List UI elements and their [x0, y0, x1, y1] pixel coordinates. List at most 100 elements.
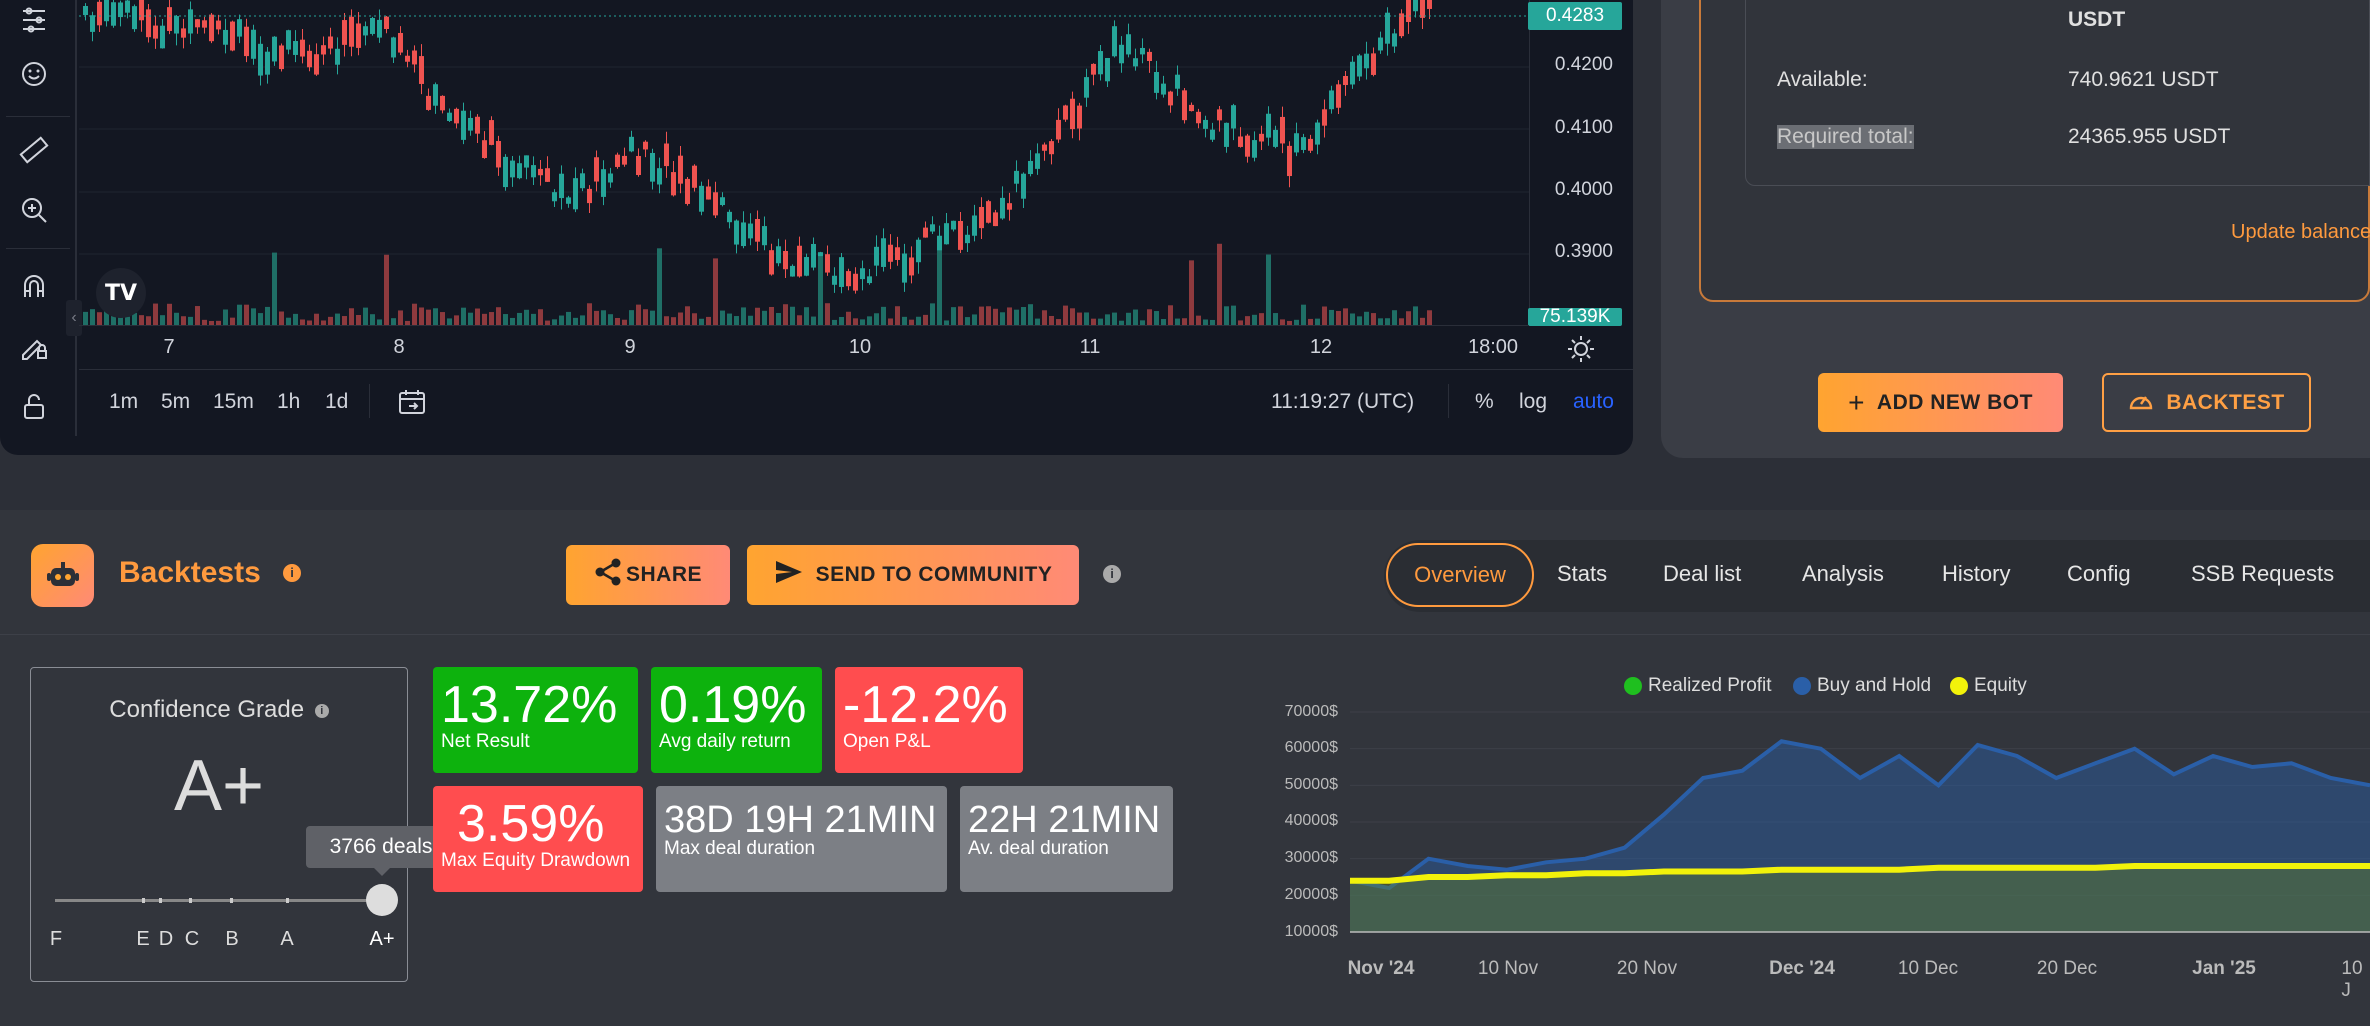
- share-button[interactable]: SHARE: [566, 545, 730, 605]
- candle-body: [1364, 53, 1369, 69]
- volume-bar: [1182, 318, 1187, 325]
- ruler-icon[interactable]: [14, 130, 54, 170]
- confidence-grade-title: Confidence Grade i: [30, 696, 408, 724]
- candle-body: [1252, 140, 1257, 158]
- send-to-community-button[interactable]: SEND TO COMMUNITY: [747, 545, 1079, 605]
- volume-bar: [867, 316, 872, 325]
- volume-bar: [748, 315, 753, 325]
- volume-bar: [1259, 313, 1264, 325]
- tab-analysis[interactable]: Analysis: [1802, 561, 1884, 587]
- volume-bar: [1196, 315, 1201, 325]
- candle-body: [1196, 111, 1201, 124]
- price-axis[interactable]: 0.4200 0.4100 0.4000 0.3900: [1529, 0, 1633, 325]
- unlock-icon[interactable]: [14, 386, 54, 426]
- backtest-button[interactable]: BACKTEST: [2102, 373, 2311, 432]
- pencil-lock-icon[interactable]: [14, 326, 54, 366]
- legend-realized-profit[interactable]: Realized Profit: [1624, 675, 1772, 697]
- tab-history[interactable]: History: [1942, 561, 2010, 587]
- candle-body: [1385, 12, 1390, 44]
- candle-body: [1161, 83, 1166, 95]
- tab-ssb-requests[interactable]: SSB Requests: [2191, 561, 2334, 587]
- open-pnl-card: -12.2% Open P&L: [835, 667, 1023, 773]
- candle-body: [1322, 109, 1327, 126]
- add-new-bot-button[interactable]: + ADD NEW BOT: [1818, 373, 2063, 432]
- realized-profit-swatch: [1624, 677, 1642, 695]
- volume-bar: [160, 315, 165, 325]
- volume-bar: [524, 309, 529, 325]
- settings-sliders-icon[interactable]: [14, 0, 54, 40]
- volume-bar: [1252, 314, 1257, 325]
- volume-bar: [1420, 317, 1425, 325]
- timeframe-1m[interactable]: 1m: [109, 390, 138, 414]
- volume-bar: [1126, 312, 1131, 325]
- volume-bar: [1357, 316, 1362, 325]
- candle-body: [573, 178, 578, 210]
- candle-body: [699, 185, 704, 212]
- candle-body: [650, 152, 655, 182]
- candle-body: [426, 95, 431, 110]
- volume-bar: [1245, 316, 1250, 325]
- volume-bar: [692, 313, 697, 325]
- community-info-icon[interactable]: i: [1103, 565, 1121, 583]
- candle-body: [83, 6, 88, 16]
- volume-bar: [1014, 309, 1019, 325]
- timeframe-1d[interactable]: 1d: [325, 390, 348, 414]
- emoji-icon[interactable]: [14, 54, 54, 94]
- utc-clock[interactable]: 11:19:27 (UTC): [1271, 390, 1414, 414]
- candle-body: [657, 168, 662, 185]
- volume-bar: [419, 307, 424, 325]
- percent-scale-toggle[interactable]: %: [1475, 390, 1494, 414]
- candle-body: [1350, 61, 1355, 85]
- backtests-info-icon[interactable]: i: [283, 564, 301, 582]
- time-label: 8: [393, 336, 405, 358]
- volume-bar: [979, 306, 984, 325]
- candlestick-plot[interactable]: [79, 0, 1529, 325]
- time-axis[interactable]: 7 8 9 10 11 12 18:00: [79, 325, 1529, 369]
- volume-bar: [1007, 307, 1012, 325]
- timeframe-5m[interactable]: 5m: [161, 390, 190, 414]
- candle-body: [482, 140, 487, 158]
- volume-bar: [825, 303, 830, 325]
- magnet-icon[interactable]: [14, 266, 54, 306]
- volume-bar: [972, 314, 977, 325]
- candle-body: [1182, 90, 1187, 121]
- volume-bar: [384, 254, 389, 325]
- tradingview-logo[interactable]: TV: [96, 268, 146, 318]
- log-scale-toggle[interactable]: log: [1519, 390, 1547, 414]
- update-balance-link[interactable]: Update balance: [2231, 221, 2370, 244]
- equity-chart-plot[interactable]: [1350, 700, 2370, 940]
- volume-bar: [342, 316, 347, 325]
- sun-settings-icon[interactable]: [1566, 334, 1596, 364]
- candle-body: [293, 41, 298, 55]
- auto-scale-toggle[interactable]: auto: [1573, 390, 1614, 414]
- candle-body: [1399, 13, 1404, 37]
- tab-deal-list[interactable]: Deal list: [1663, 561, 1741, 587]
- candle-body: [881, 238, 886, 267]
- volume-bar: [454, 315, 459, 325]
- grade-info-icon[interactable]: i: [314, 704, 329, 718]
- timeframe-1h[interactable]: 1h: [277, 390, 300, 414]
- volume-bar: [468, 312, 473, 325]
- tab-overview[interactable]: Overview: [1386, 543, 1534, 607]
- volume-bar: [503, 314, 508, 325]
- volume-bar: [853, 318, 858, 325]
- volume-bar: [349, 308, 354, 325]
- volume-bar: [1084, 312, 1089, 325]
- chart-bottom-bar: 1m 5m 15m 1h 1d 11:19:27 (UTC) % log aut…: [79, 369, 1633, 437]
- zoom-in-icon[interactable]: [14, 190, 54, 230]
- candle-body: [839, 257, 844, 287]
- volume-bar: [566, 311, 571, 325]
- timeframe-15m[interactable]: 15m: [213, 390, 254, 414]
- legend-equity[interactable]: Equity: [1950, 675, 2027, 697]
- candle-body: [1224, 122, 1229, 147]
- date-range-icon[interactable]: [397, 388, 427, 421]
- tab-stats[interactable]: Stats: [1557, 561, 1607, 587]
- volume-bar: [951, 307, 956, 325]
- max-deal-duration-card: 38D 19H 21MIN Max deal duration: [656, 786, 947, 892]
- volume-bar: [923, 314, 928, 325]
- candle-body: [1028, 160, 1033, 175]
- tab-config[interactable]: Config: [2067, 561, 2131, 587]
- grade-slider-thumb[interactable]: [366, 884, 398, 916]
- legend-buy-and-hold[interactable]: Buy and Hold: [1793, 675, 1931, 697]
- robot-icon: [31, 544, 94, 607]
